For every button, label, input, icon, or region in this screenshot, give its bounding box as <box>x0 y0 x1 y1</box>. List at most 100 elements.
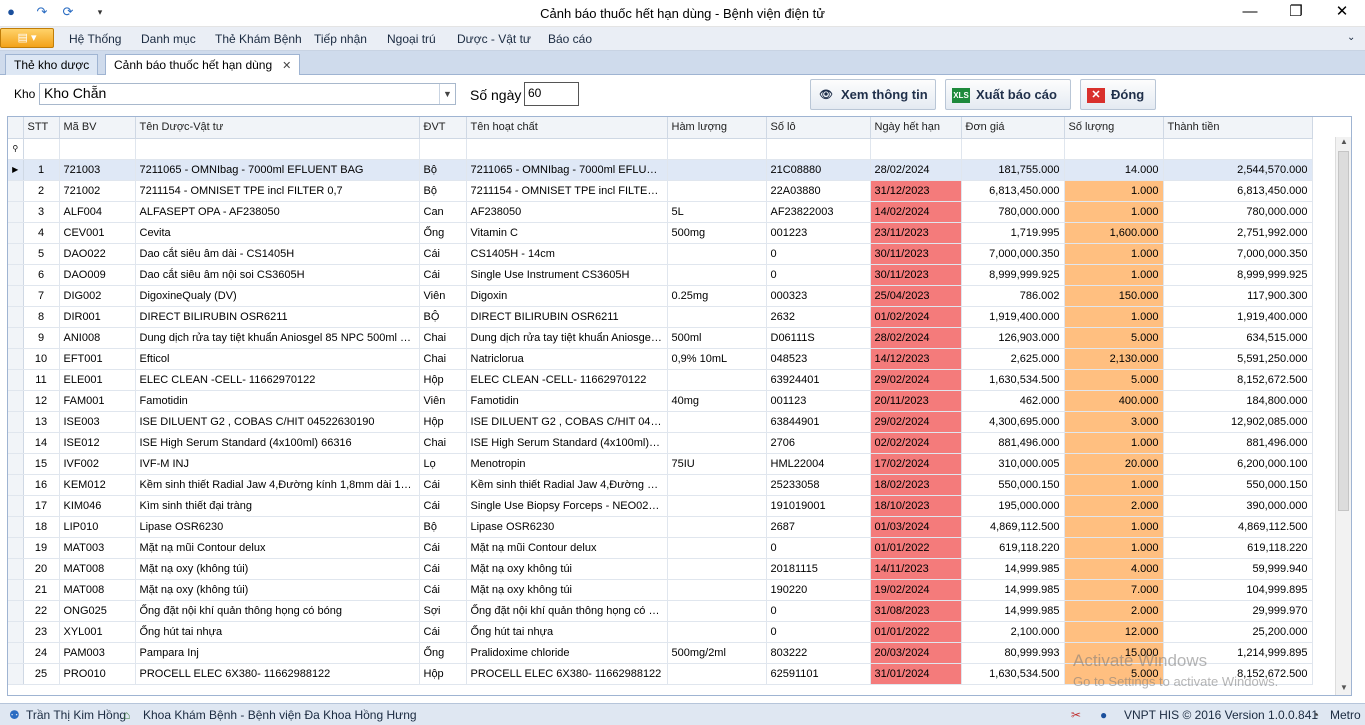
cell-stt[interactable]: 2 <box>23 180 60 202</box>
row-indicator[interactable] <box>8 579 24 601</box>
scroll-up-icon[interactable]: ▲ <box>1336 137 1351 149</box>
cell-ten-duoc[interactable]: Dao cắt siêu âm nội soi CS3605H <box>135 264 420 286</box>
cell-don-gia[interactable]: 1,919,400.000 <box>961 306 1065 328</box>
theme-icon[interactable]: ◔ <box>1312 708 1319 722</box>
cell-don-gia[interactable]: 6,813,450.000 <box>961 180 1065 202</box>
cell-hoat-chat[interactable]: PROCELL ELEC 6X380- 11662988122 <box>466 663 668 685</box>
cell-thanh-tien[interactable]: 2,751,992.000 <box>1163 222 1313 244</box>
cell-ham-luong[interactable] <box>667 600 767 622</box>
cell-thanh-tien[interactable]: 8,999,999.925 <box>1163 264 1313 286</box>
cell-stt[interactable]: 3 <box>23 201 60 223</box>
cell-ngay-het-han[interactable]: 18/02/2023 <box>870 474 962 496</box>
cell-ham-luong[interactable] <box>667 495 767 517</box>
cell-ngay-het-han[interactable]: 14/12/2023 <box>870 348 962 370</box>
table-row[interactable]: 23 XYL001 Ống hút tai nhựa Cái Ống hút tai n… <box>8 621 1313 643</box>
filter-cell[interactable] <box>1064 138 1164 160</box>
cell-thanh-tien[interactable]: 8,152,672.500 <box>1163 369 1313 391</box>
cell-don-gia[interactable]: 619,118.220 <box>961 537 1065 559</box>
cell-hoat-chat[interactable]: CS1405H - 14cm <box>466 243 668 265</box>
filter-cell[interactable] <box>961 138 1065 160</box>
cell-thanh-tien[interactable]: 2,544,570.000 <box>1163 159 1313 181</box>
tab-canh-bao-thuoc[interactable]: Cảnh báo thuốc hết hạn dùng ✕ <box>105 54 301 76</box>
row-indicator[interactable] <box>8 201 24 223</box>
table-row[interactable]: 10 EFT001 Efticol Chai Natriclorua 0,9% 10mL 0… <box>8 348 1313 370</box>
cell-hoat-chat[interactable]: 7211154 - OMNISET TPE incl FILTER 0,7 <box>466 180 668 202</box>
cell-so-luong[interactable]: 5.000 <box>1064 369 1164 391</box>
cell-hoat-chat[interactable]: Ống đặt nội khí quản thông họng có bóng <box>466 600 668 622</box>
cell-so-luong[interactable]: 1.000 <box>1064 243 1164 265</box>
cell-ten-duoc[interactable]: DigoxineQualy (DV) <box>135 285 420 307</box>
cell-ma-bv[interactable]: DAO022 <box>59 243 136 265</box>
cell-ma-bv[interactable]: KIM046 <box>59 495 136 517</box>
cell-dvt[interactable]: Bộ <box>419 516 467 538</box>
cell-ham-luong[interactable]: 500mg/2ml <box>667 642 767 664</box>
cell-so-lo[interactable]: D06111S <box>766 327 871 349</box>
cell-stt[interactable]: 16 <box>23 474 60 496</box>
cell-ma-bv[interactable]: MAT008 <box>59 558 136 580</box>
cell-ngay-het-han[interactable]: 29/02/2024 <box>870 369 962 391</box>
cell-so-luong[interactable]: 1,600.000 <box>1064 222 1164 244</box>
table-row[interactable]: 14 ISE012 ISE High Serum Standard (4x100ml… <box>8 432 1313 454</box>
cell-so-luong[interactable]: 1.000 <box>1064 516 1164 538</box>
cell-ngay-het-han[interactable]: 01/01/2022 <box>870 621 962 643</box>
cell-ngay-het-han[interactable]: 31/08/2023 <box>870 600 962 622</box>
col-header-ngay-het-han[interactable]: Ngày hết hạn <box>870 117 962 139</box>
cell-so-luong[interactable]: 1.000 <box>1064 474 1164 496</box>
cell-ma-bv[interactable]: 721003 <box>59 159 136 181</box>
cell-ma-bv[interactable]: ALF004 <box>59 201 136 223</box>
cell-don-gia[interactable]: 7,000,000.350 <box>961 243 1065 265</box>
row-indicator[interactable] <box>8 369 24 391</box>
cell-hoat-chat[interactable]: Mặt nạ oxy không túi <box>466 579 668 601</box>
cell-ma-bv[interactable]: PAM003 <box>59 642 136 664</box>
cell-hoat-chat[interactable]: DIRECT BILIRUBIN OSR6211 <box>466 306 668 328</box>
cell-hoat-chat[interactable]: Digoxin <box>466 285 668 307</box>
view-info-button[interactable]: 👁 Xem thông tin <box>810 79 936 110</box>
cell-ten-duoc[interactable]: 7211154 - OMNISET TPE incl FILTER 0,7 <box>135 180 420 202</box>
cell-ten-duoc[interactable]: Mặt nạ oxy (không túi) <box>135 579 420 601</box>
cell-ngay-het-han[interactable]: 31/12/2023 <box>870 180 962 202</box>
cell-don-gia[interactable]: 4,300,695.000 <box>961 411 1065 433</box>
disconnect-icon[interactable]: ✂ <box>1071 708 1081 722</box>
table-row[interactable]: 3 ALF004 ALFASEPT OPA - AF238050 Can AF23805… <box>8 201 1313 223</box>
cell-so-lo[interactable]: HML22004 <box>766 453 871 475</box>
cell-hoat-chat[interactable]: ISE High Serum Standard (4x100ml) 66316 <box>466 432 668 454</box>
row-indicator[interactable] <box>8 495 24 517</box>
cell-hoat-chat[interactable]: Mặt nạ mũi Contour delux <box>466 537 668 559</box>
cell-thanh-tien[interactable]: 117,900.300 <box>1163 285 1313 307</box>
cell-ham-luong[interactable] <box>667 306 767 328</box>
cell-don-gia[interactable]: 310,000.005 <box>961 453 1065 475</box>
so-ngay-input[interactable]: 60 <box>524 82 579 106</box>
cell-so-lo[interactable]: 000323 <box>766 285 871 307</box>
close-window-button[interactable]: ✕ <box>1319 0 1365 26</box>
row-indicator[interactable]: ▶ <box>8 159 24 181</box>
cell-so-lo[interactable]: 22A03880 <box>766 180 871 202</box>
cell-ngay-het-han[interactable]: 18/10/2023 <box>870 495 962 517</box>
cell-ma-bv[interactable]: ISE003 <box>59 411 136 433</box>
cell-dvt[interactable]: Chai <box>419 327 467 349</box>
row-indicator[interactable] <box>8 663 24 685</box>
cell-ma-bv[interactable]: CEV001 <box>59 222 136 244</box>
cell-ham-luong[interactable]: 5L <box>667 201 767 223</box>
cell-dvt[interactable]: Chai <box>419 348 467 370</box>
cell-so-lo[interactable]: 21C08880 <box>766 159 871 181</box>
cell-stt[interactable]: 9 <box>23 327 60 349</box>
cell-thanh-tien[interactable]: 780,000.000 <box>1163 201 1313 223</box>
cell-hoat-chat[interactable]: Kềm sinh thiết Radial Jaw 4,Đường kính 1… <box>466 474 668 496</box>
menu-ngoai-tru[interactable]: Ngoại trú <box>387 32 436 46</box>
cell-thanh-tien[interactable]: 184,800.000 <box>1163 390 1313 412</box>
collapse-ribbon-icon[interactable]: ⌄ <box>1347 32 1355 43</box>
cell-so-lo[interactable]: 0 <box>766 537 871 559</box>
cell-ngay-het-han[interactable]: 23/11/2023 <box>870 222 962 244</box>
cell-so-lo[interactable]: AF23822003 <box>766 201 871 223</box>
row-indicator[interactable] <box>8 306 24 328</box>
row-indicator[interactable] <box>8 432 24 454</box>
table-row[interactable]: 19 MAT003 Mặt nạ mũi Contour delux Cái Mặt n… <box>8 537 1313 559</box>
menu-danh-muc[interactable]: Danh mục <box>141 32 196 46</box>
table-row[interactable]: 11 ELE001 ELEC CLEAN -CELL- 11662970122 Hộp… <box>8 369 1313 391</box>
cell-ham-luong[interactable] <box>667 579 767 601</box>
cell-hoat-chat[interactable]: Pralidoxime chloride <box>466 642 668 664</box>
filter-cell[interactable] <box>1163 138 1313 160</box>
menu-he-thong[interactable]: Hệ Thống <box>69 32 121 46</box>
cell-hoat-chat[interactable]: Vitamin C <box>466 222 668 244</box>
table-row[interactable]: 13 ISE003 ISE DILUENT G2 , COBAS C/HIT 045… <box>8 411 1313 433</box>
